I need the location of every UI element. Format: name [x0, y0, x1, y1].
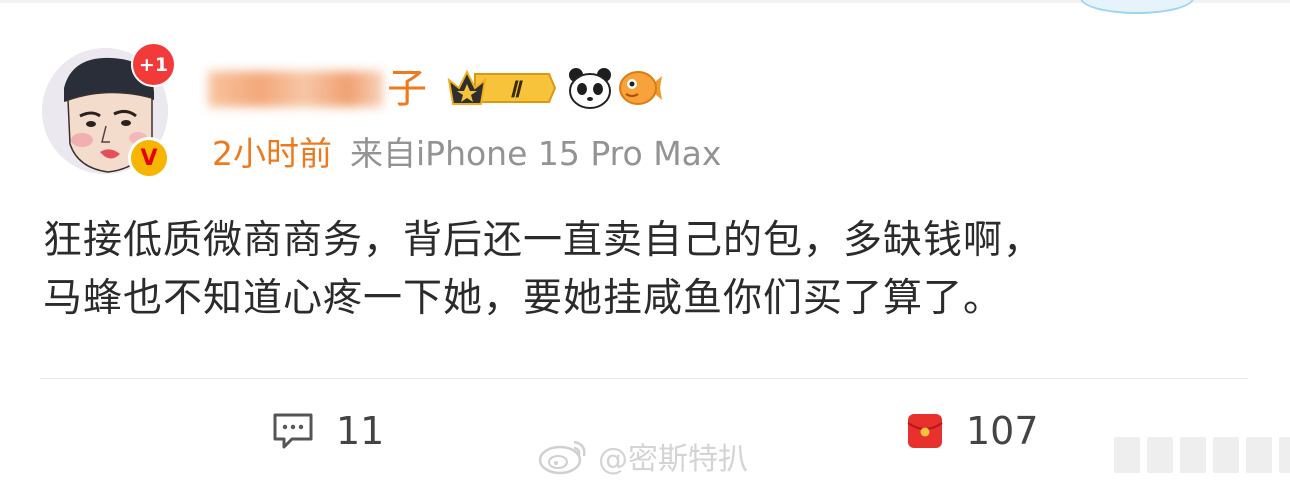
post-source: 来自iPhone 15 Pro Max [350, 134, 722, 173]
comment-icon [273, 413, 313, 449]
red-envelope-icon [907, 414, 943, 448]
bottom-toolbar-strip [1114, 437, 1290, 473]
vip-crown-icon[interactable]: Ⅱ [445, 66, 557, 110]
notification-badge: +1 [131, 42, 176, 87]
author-name[interactable]: 子 [208, 60, 428, 114]
post-content-line: 狂接低质微商商务，背后还一直卖自己的包，多缺钱啊， [43, 218, 1044, 263]
fish-icon [619, 71, 662, 105]
post-content[interactable]: 狂接低质微商商务，背后还一直卖自己的包，多缺钱啊， 马蜂也不知道心疼一下她，要她… [43, 212, 1263, 328]
author-name-suffix: 子 [387, 66, 428, 112]
top-decoration [1080, 0, 1194, 14]
comments-count: 11 [336, 409, 385, 453]
panda-icon [569, 68, 611, 109]
post-meta: 2小时前 来自iPhone 15 Pro Max [212, 132, 721, 176]
watermark-text: @密斯特扒 [598, 442, 748, 477]
divider [40, 378, 1248, 379]
verified-badge-icon: V [128, 137, 170, 179]
likes-count: 107 [966, 409, 1039, 453]
watermark: @密斯特扒 [538, 432, 748, 480]
like-button[interactable]: 107 [906, 404, 1039, 458]
post-time: 2小时前 [212, 134, 332, 173]
comment-button[interactable]: 11 [272, 404, 384, 458]
post-content-line: 马蜂也不知道心疼一下她，要她挂咸鱼你们买了算了。 [43, 276, 1004, 321]
author-name-blurred [208, 71, 383, 107]
weibo-logo-icon [538, 440, 586, 475]
